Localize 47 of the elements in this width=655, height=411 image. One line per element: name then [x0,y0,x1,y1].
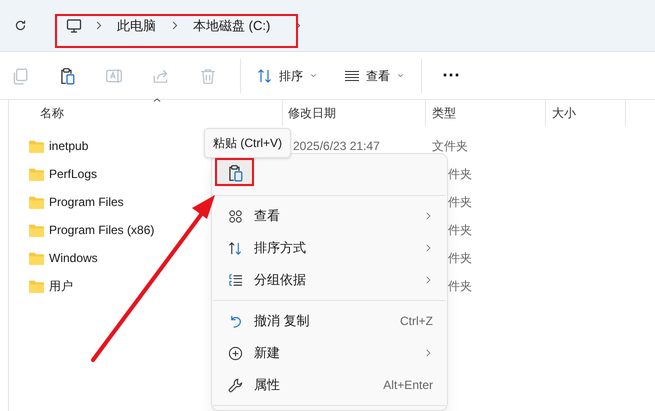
grid-icon [228,208,243,224]
type-cell: 文件夹 [432,139,468,153]
more-button[interactable]: ⋯ [434,58,468,92]
breadcrumb-item[interactable]: 此电脑 [115,16,158,36]
type-cell: 件夹 [448,195,472,209]
column-header[interactable]: 名称 [40,104,64,122]
file-name[interactable]: 用户 [49,277,73,295]
wrench-icon [228,378,243,392]
highlight-box [215,158,254,186]
file-name[interactable]: Program Files [49,193,124,211]
column-header[interactable]: 大小 [552,104,576,122]
menu-item[interactable]: 分组依据 [212,264,447,296]
refresh-icon[interactable] [14,19,27,32]
folder-icon [28,250,45,266]
shortcut-text: Alt+Enter [383,377,433,394]
computer-icon[interactable] [66,18,82,34]
type-cell: 件夹 [448,279,472,293]
menu-item[interactable]: 查看 [212,200,447,232]
shortcut-text: Ctrl+Z [400,313,433,330]
file-name[interactable]: inetpub [49,137,88,155]
menu-item[interactable]: 撤消 复制 Ctrl+Z [212,305,447,337]
folder-icon [28,222,45,238]
sort-icon [257,68,273,84]
type-cell: 件夹 [448,167,472,181]
folder-icon [28,194,45,210]
tooltip: 粘贴 (Ctrl+V) [204,128,291,158]
type-cell: 件夹 [448,251,472,265]
sort-icon [228,240,243,256]
file-name[interactable]: Program Files (x86) [49,221,154,239]
folder-icon [28,278,45,294]
grouped-list-icon [228,272,243,288]
folder-icon [28,138,45,154]
date-cell: 2025/6/23 21:47 [293,139,380,153]
breadcrumb-item[interactable]: 本地磁盘 (C:) [191,16,272,36]
file-name[interactable]: PerfLogs [49,165,98,183]
column-header[interactable]: 类型 [432,104,456,122]
undo-icon [228,314,243,328]
sort-button[interactable]: 排序 [249,58,326,92]
menu-item[interactable]: 新建 [212,337,447,369]
column-header[interactable]: 修改日期 [288,104,336,122]
file-name[interactable]: Windows [49,249,98,267]
plus-circle-icon [228,346,243,360]
menu-item[interactable]: 排序方式 [212,232,447,264]
type-cell: 件夹 [448,223,472,237]
folder-icon [28,166,45,182]
menu-item[interactable]: 属性 Alt+Enter [212,369,447,401]
view-button[interactable]: 查看 [336,58,413,92]
